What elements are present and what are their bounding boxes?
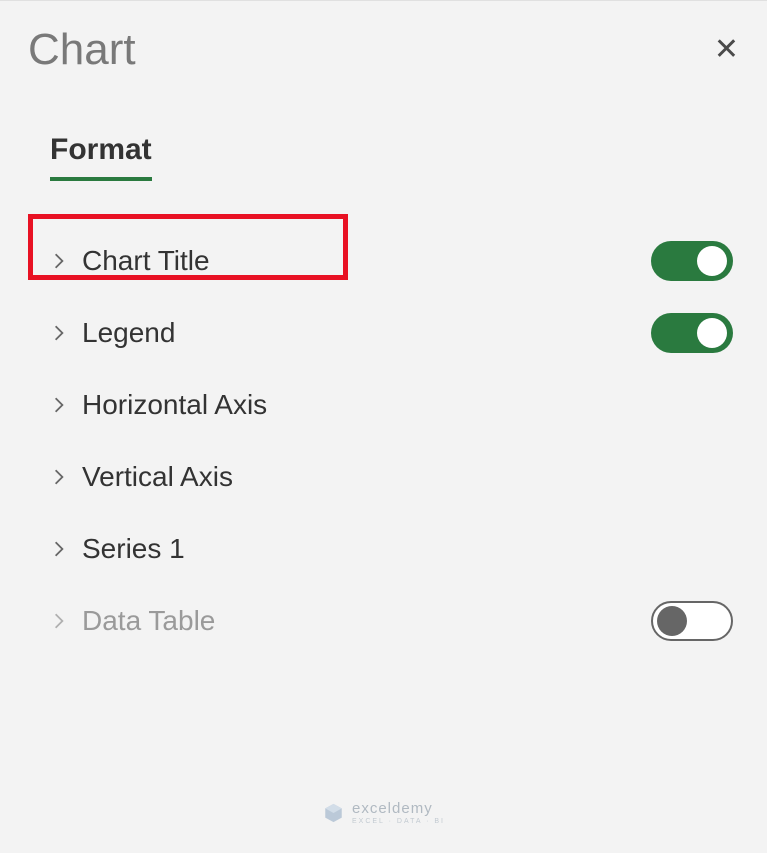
watermark-text: exceldemy EXCEL · DATA · BI [352, 801, 445, 825]
chevron-right-icon[interactable] [50, 396, 68, 414]
watermark-brand: exceldemy [352, 801, 445, 816]
toggle-legend[interactable] [651, 313, 733, 353]
chevron-right-icon [50, 612, 68, 630]
option-vertical-axis[interactable]: Vertical Axis [44, 441, 739, 513]
option-left: Series 1 [50, 533, 185, 565]
panel-header: Chart ✕ [28, 25, 739, 75]
chevron-right-icon[interactable] [50, 540, 68, 558]
option-left: Data Table [50, 605, 215, 637]
option-left: Horizontal Axis [50, 389, 267, 421]
options-list: Chart Title Legend Horizontal [28, 225, 739, 657]
option-label: Legend [82, 317, 175, 349]
option-chart-title[interactable]: Chart Title [44, 225, 739, 297]
option-left: Legend [50, 317, 175, 349]
tab-header: Format [50, 133, 739, 181]
watermark: exceldemy EXCEL · DATA · BI [322, 801, 445, 825]
option-label: Horizontal Axis [82, 389, 267, 421]
option-data-table: Data Table [44, 585, 739, 657]
option-left: Chart Title [50, 245, 210, 277]
close-icon[interactable]: ✕ [714, 35, 739, 65]
option-label: Series 1 [82, 533, 185, 565]
watermark-logo-icon [322, 802, 344, 824]
toggle-knob [697, 246, 727, 276]
tab-format[interactable]: Format [50, 133, 152, 181]
toggle-knob [657, 606, 687, 636]
toggle-data-table[interactable] [651, 601, 733, 641]
watermark-tagline: EXCEL · DATA · BI [352, 818, 445, 825]
option-left: Vertical Axis [50, 461, 233, 493]
option-label: Data Table [82, 605, 215, 637]
chevron-right-icon[interactable] [50, 252, 68, 270]
toggle-chart-title[interactable] [651, 241, 733, 281]
option-horizontal-axis[interactable]: Horizontal Axis [44, 369, 739, 441]
panel-title: Chart [28, 25, 136, 75]
chevron-right-icon[interactable] [50, 468, 68, 486]
toggle-knob [697, 318, 727, 348]
option-series-1[interactable]: Series 1 [44, 513, 739, 585]
chevron-right-icon[interactable] [50, 324, 68, 342]
option-label: Vertical Axis [82, 461, 233, 493]
option-legend[interactable]: Legend [44, 297, 739, 369]
chart-format-panel: Chart ✕ Format Chart Title Legend [0, 0, 767, 853]
option-label: Chart Title [82, 245, 210, 277]
